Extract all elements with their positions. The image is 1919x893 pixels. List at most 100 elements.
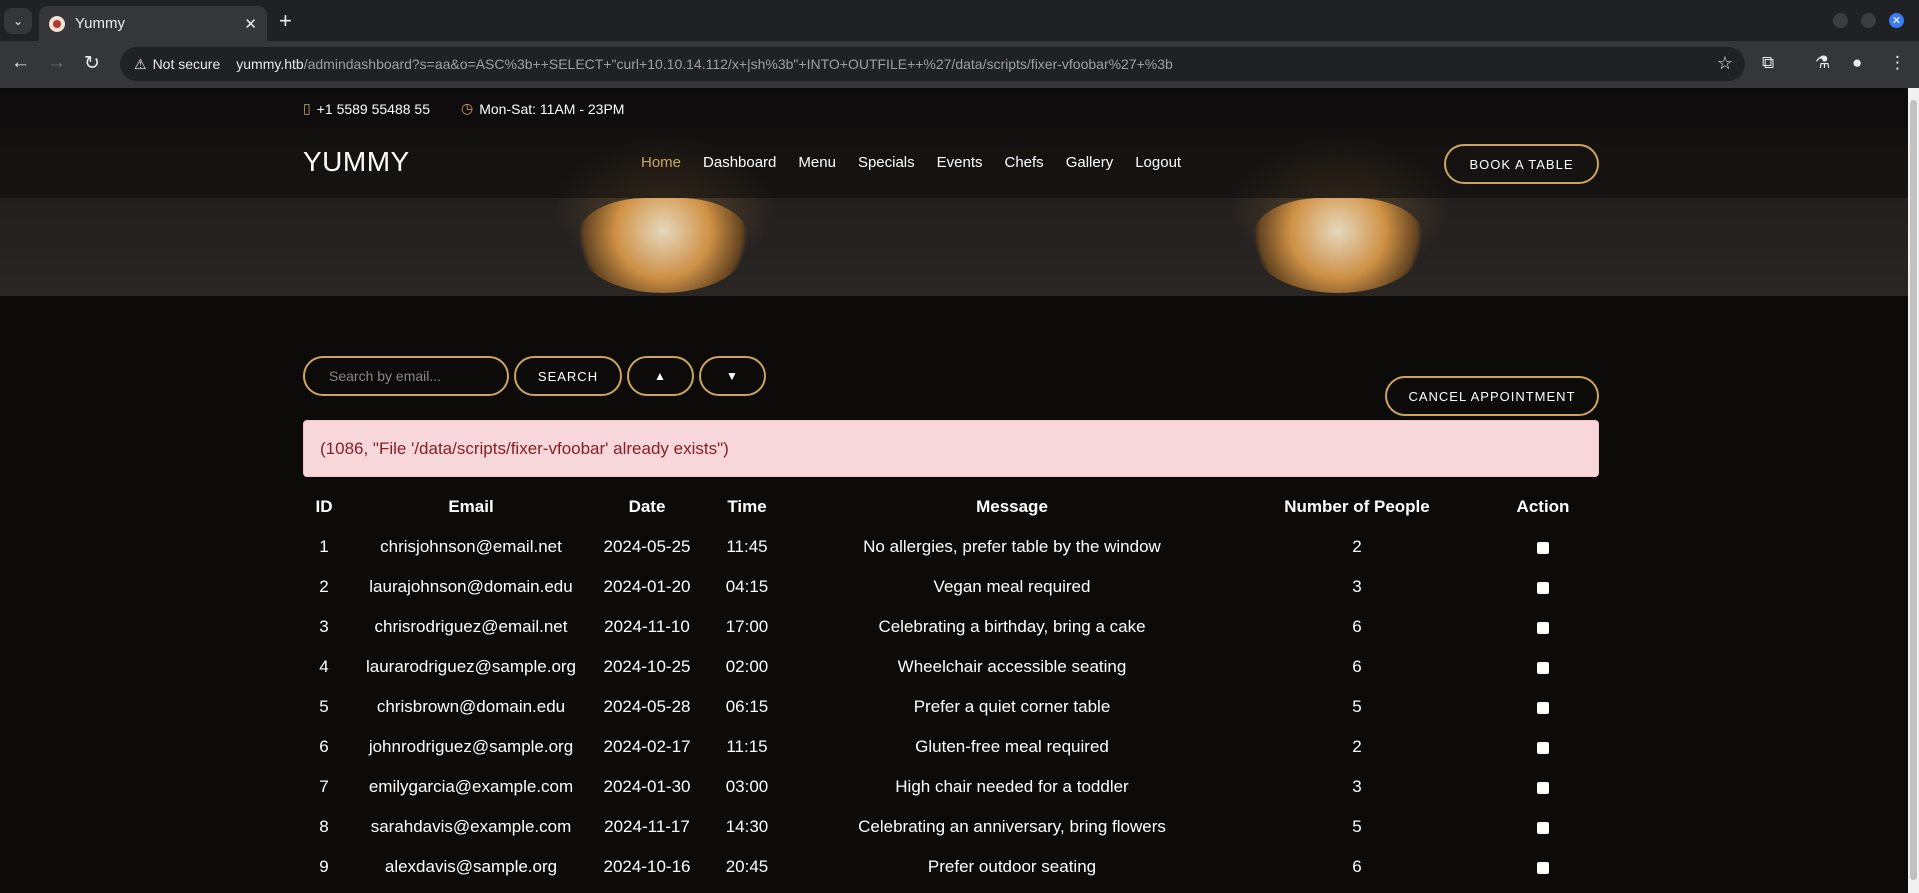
cell-message: Wheelchair accessible seating	[897, 657, 1127, 676]
back-arrow-icon[interactable]: ←	[11, 52, 30, 74]
nav-menu[interactable]: Menu	[798, 154, 836, 171]
search-email-input[interactable]	[303, 356, 509, 396]
cell-date: 2024-11-17	[604, 817, 690, 836]
cell-people: 6	[1352, 617, 1362, 636]
cell-date: 2024-01-30	[603, 777, 691, 796]
reload-icon[interactable]: ↻	[84, 52, 100, 75]
column-header-date[interactable]: Date	[597, 486, 697, 527]
row-select-checkbox[interactable]	[1537, 621, 1549, 634]
table-row: 9 alexdavis@sample.org 2024-10-16 20:45 …	[303, 847, 1599, 887]
phone-contact: ▯ +1 5589 55488 55	[303, 100, 430, 117]
cell-action	[1487, 767, 1599, 807]
column-header-email[interactable]: Email	[345, 486, 597, 527]
row-select-checkbox[interactable]	[1537, 701, 1549, 714]
extensions-icon[interactable]: ⧉	[1762, 53, 1774, 73]
nav-logout[interactable]: Logout	[1135, 154, 1181, 171]
table-row: 3 chrisrodriguez@email.net 2024-11-10 17…	[303, 607, 1599, 647]
top-info-bar: ▯ +1 5589 55488 55 ◷ Mon-Sat: 11AM - 23P…	[0, 88, 1908, 128]
column-header-people[interactable]: Number of People	[1227, 486, 1487, 527]
nav-dashboard[interactable]: Dashboard	[703, 154, 776, 171]
column-header-action: Action	[1516, 496, 1570, 516]
appointments-table: ID Email Date Time Message Number of Peo…	[303, 486, 1599, 887]
table-row: 6 johnrodriguez@sample.org 2024-02-17 11…	[303, 727, 1599, 767]
book-table-button[interactable]: BOOK A TABLE	[1444, 144, 1599, 184]
row-select-checkbox[interactable]	[1537, 821, 1549, 834]
cell-id: 9	[319, 857, 329, 876]
cell-time: 11:15	[726, 737, 768, 756]
search-button[interactable]: SEARCH	[514, 356, 622, 396]
column-header-message[interactable]: Message	[797, 486, 1227, 527]
bookmark-star-icon[interactable]: ☆	[1717, 53, 1733, 74]
nav-chefs[interactable]: Chefs	[1005, 154, 1044, 171]
error-alert: (1086, "File '/data/scripts/fixer-vfooba…	[303, 420, 1599, 477]
sort-ascending-button[interactable]: ▲	[627, 356, 694, 396]
nav-specials[interactable]: Specials	[858, 154, 915, 171]
cell-email: johnrodriguez@sample.org	[368, 737, 574, 756]
nav-home[interactable]: Home	[641, 154, 681, 171]
cell-email: chrisbrown@domain.edu	[376, 697, 566, 716]
clock-icon: ◷	[461, 100, 474, 116]
hours-contact: ◷ Mon-Sat: 11AM - 23PM	[461, 100, 624, 117]
table-row: 2 laurajohnson@domain.edu 2024-01-20 04:…	[303, 567, 1599, 607]
nav-gallery[interactable]: Gallery	[1066, 154, 1114, 171]
row-select-checkbox[interactable]	[1537, 581, 1549, 594]
cell-date: 2024-01-20	[603, 577, 691, 596]
cell-date: 2024-05-25	[603, 537, 691, 556]
main-nav: Home Dashboard Menu Specials Events Chef…	[641, 154, 1203, 171]
page-scrollbar[interactable]	[1908, 88, 1919, 893]
profile-icon[interactable]: ●	[1852, 53, 1862, 73]
forward-arrow-icon[interactable]: →	[47, 52, 66, 74]
cell-action	[1487, 687, 1599, 727]
url-host: yummy.htb	[236, 56, 304, 72]
cell-email: sarahdavis@example.com	[370, 817, 572, 836]
url-path: /admindashboard?s=aa&o=ASC%3b++SELECT+"c…	[303, 56, 1173, 72]
cell-email: laurarodriguez@sample.org	[365, 657, 577, 676]
new-tab-icon[interactable]: +	[279, 8, 292, 34]
tab-close-icon[interactable]: ✕	[244, 15, 257, 33]
window-close-button[interactable]: ✕	[1889, 13, 1904, 28]
browser-menu-icon[interactable]: ⋮	[1889, 53, 1906, 73]
site-favicon-icon	[49, 15, 65, 32]
not-secure-label[interactable]: Not secure	[153, 56, 221, 72]
hero-lamp-image	[578, 198, 748, 293]
cell-action	[1487, 527, 1599, 567]
table-header-row: ID Email Date Time Message Number of Peo…	[303, 486, 1599, 527]
cell-message: Prefer a quiet corner table	[913, 697, 1111, 716]
row-select-checkbox[interactable]	[1537, 741, 1549, 754]
cell-id: 7	[319, 777, 329, 796]
window-maximize-button[interactable]	[1861, 13, 1876, 28]
cell-people: 6	[1352, 857, 1362, 876]
column-header-id[interactable]: ID	[303, 486, 345, 527]
cell-date: 2024-10-16	[603, 857, 691, 876]
row-select-checkbox[interactable]	[1537, 861, 1549, 874]
address-bar[interactable]: ⚠ Not secure yummy.htb /admindashboard?s…	[120, 47, 1745, 81]
labs-flask-icon[interactable]: ⚗	[1815, 53, 1830, 73]
site-logo[interactable]: YUMMY	[303, 146, 410, 178]
sort-descending-button[interactable]: ▼	[699, 356, 766, 396]
cell-message: Gluten-free meal required	[915, 737, 1109, 756]
cell-email: laurajohnson@domain.edu	[369, 577, 573, 596]
row-select-checkbox[interactable]	[1537, 541, 1549, 554]
nav-events[interactable]: Events	[937, 154, 983, 171]
tab-search-dropdown-icon[interactable]: ⌄	[4, 8, 32, 34]
cell-id: 4	[319, 657, 329, 676]
row-select-checkbox[interactable]	[1537, 781, 1549, 794]
cell-time: 02:00	[725, 657, 769, 676]
browser-toolbar: ← → ↻ ⚠ Not secure yummy.htb /admindashb…	[0, 41, 1919, 88]
cell-date: 2024-02-17	[603, 737, 691, 756]
scrollbar-thumb[interactable]	[1910, 100, 1917, 880]
row-select-checkbox[interactable]	[1537, 661, 1549, 674]
table-row: 1 chrisjohnson@email.net 2024-05-25 11:4…	[303, 527, 1599, 567]
cell-people: 5	[1352, 817, 1362, 836]
browser-tab[interactable]: Yummy ✕	[39, 6, 267, 41]
phone-icon: ▯	[303, 100, 311, 116]
cell-id: 8	[319, 817, 329, 836]
column-header-time[interactable]: Time	[697, 486, 797, 527]
cell-id: 1	[319, 537, 329, 556]
cancel-appointment-button[interactable]: CANCEL APPOINTMENT	[1385, 376, 1599, 416]
cell-time: 17:00	[725, 617, 769, 636]
cell-people: 3	[1352, 577, 1362, 596]
cell-action	[1487, 727, 1599, 767]
cell-message: Celebrating an anniversary, bring flower…	[858, 817, 1166, 836]
window-minimize-button[interactable]	[1833, 13, 1848, 28]
